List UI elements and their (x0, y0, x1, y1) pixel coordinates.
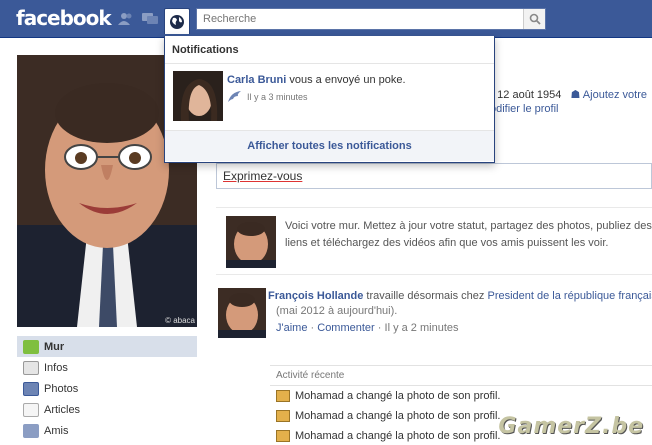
add-info-link[interactable]: ☗ Ajoutez votre (570, 89, 647, 101)
friends-icon[interactable] (117, 10, 135, 28)
poke-icon (228, 91, 241, 102)
nav-item-label: Infos (44, 361, 68, 374)
notifications-dropdown: Notifications Carla Bruni vous a envoyé … (164, 36, 495, 163)
nav-item-info[interactable]: Infos (17, 357, 197, 378)
story-timestamp: Il y a 2 minutes (384, 322, 459, 334)
comment-link[interactable]: Commenter (317, 322, 374, 334)
add-info-icon: ☗ (570, 89, 581, 101)
status-composer[interactable]: Exprimez-vous (216, 163, 652, 189)
wall-icon (23, 339, 39, 354)
messages-icon[interactable] (141, 10, 159, 28)
feed-story: François Hollande travaille désormais ch… (216, 284, 652, 354)
nav-item-wall[interactable]: Mur (17, 336, 197, 357)
search-button[interactable] (523, 9, 545, 29)
story-employer-link[interactable]: President de la république française (487, 290, 652, 302)
profile-info-line: e 12 août 1954 ☗ Ajoutez votre (488, 88, 647, 101)
wall-intro: Voici votre mur. Mettez à jour votre sta… (216, 207, 652, 275)
action-separator: · (310, 322, 315, 334)
notification-item[interactable]: Carla Bruni vous a envoyé un poke. Il y … (165, 65, 494, 129)
profile-photo-change-icon (276, 390, 290, 402)
search-icon (529, 13, 541, 25)
recent-activity-title: Activité récente (270, 366, 652, 386)
nav-item-photos[interactable]: Photos (17, 378, 197, 399)
notification-meta: Il y a 3 minutes (227, 90, 308, 104)
nav-item-notes[interactable]: Articles (17, 399, 197, 420)
facebook-logo[interactable]: facebook (16, 6, 112, 30)
story-verb: travaille désormais chez (366, 290, 485, 302)
notifications-header: Notifications (165, 36, 494, 64)
info-icon (23, 360, 39, 375)
nav-item-label: Photos (44, 382, 79, 395)
notification-sender-avatar (173, 71, 223, 121)
activity-row: Mohamad a changé la photo de son profil. (270, 386, 652, 406)
nav-item-label: Articles (44, 403, 81, 416)
watermark: GamerZ.be (498, 414, 644, 439)
nav-item-label: Mur (44, 340, 65, 353)
like-link[interactable]: J'aime (276, 322, 307, 334)
profile-photo-change-icon (276, 410, 290, 422)
show-all-notifications-link[interactable]: Afficher toutes les notifications (165, 130, 494, 161)
composer-placeholder: Exprimez-vous (223, 169, 303, 183)
search-box (196, 8, 546, 30)
story-author-link[interactable]: François Hollande (268, 290, 363, 302)
photos-icon (23, 381, 39, 396)
top-bar: facebook (0, 0, 652, 38)
profile-thumbnail (226, 216, 276, 268)
notification-sender-link[interactable]: Carla Bruni (227, 74, 286, 86)
action-separator: · (377, 322, 382, 334)
nav-item-label: Amis (44, 424, 69, 437)
story-actions: J'aime · Commenter · Il y a 2 minutes (276, 322, 459, 334)
story-headline: François Hollande travaille désormais ch… (268, 290, 652, 302)
search-input[interactable] (197, 9, 517, 29)
photo-credit: © abaca (165, 316, 195, 325)
story-period: (mai 2012 à aujourd'hui). (276, 305, 398, 317)
notification-message: Carla Bruni vous a envoyé un poke. (227, 74, 406, 86)
wall-intro-text: Voici votre mur. Mettez à jour votre sta… (285, 220, 652, 249)
notes-icon (23, 402, 39, 417)
nav-item-friends[interactable]: Amis (17, 420, 197, 441)
story-author-thumbnail[interactable] (218, 288, 266, 338)
left-nav: Mur Infos Photos Articles Amis (17, 336, 197, 441)
friends-icon (23, 423, 39, 438)
birth-date: e 12 août 1954 (488, 89, 562, 101)
profile-photo-change-icon (276, 430, 290, 442)
edit-profile-link[interactable]: odifier le profil (490, 103, 558, 115)
notification-time: Il y a 3 minutes (247, 92, 308, 102)
notifications-globe-icon[interactable] (164, 8, 190, 34)
